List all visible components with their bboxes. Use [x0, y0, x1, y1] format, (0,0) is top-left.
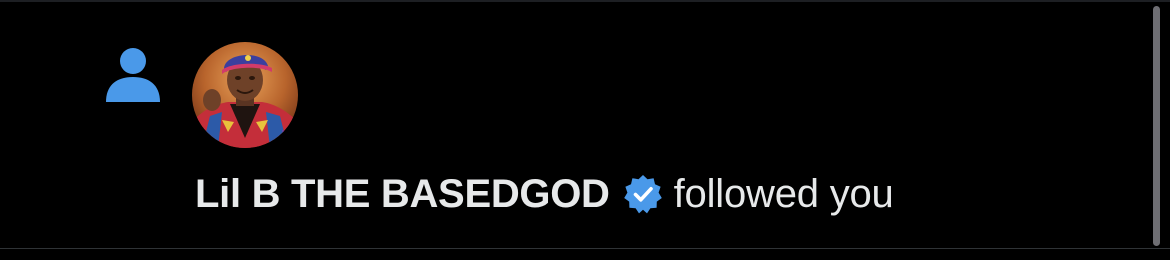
follow-notification[interactable]: Lil B THE BASEDGOD followed you	[0, 2, 1140, 248]
user-avatar[interactable]	[192, 42, 298, 148]
verified-badge-icon	[622, 173, 664, 215]
notification-action-text: followed you	[673, 171, 894, 216]
bottom-divider	[0, 248, 1170, 249]
notification-message: Lil B THE BASEDGOD followed you	[195, 166, 894, 222]
scrollbar-thumb[interactable]	[1153, 6, 1160, 246]
username-link[interactable]: Lil B THE BASEDGOD	[195, 172, 610, 217]
person-icon	[104, 46, 162, 104]
notifications-screen: Lil B THE BASEDGOD followed you	[0, 0, 1170, 260]
